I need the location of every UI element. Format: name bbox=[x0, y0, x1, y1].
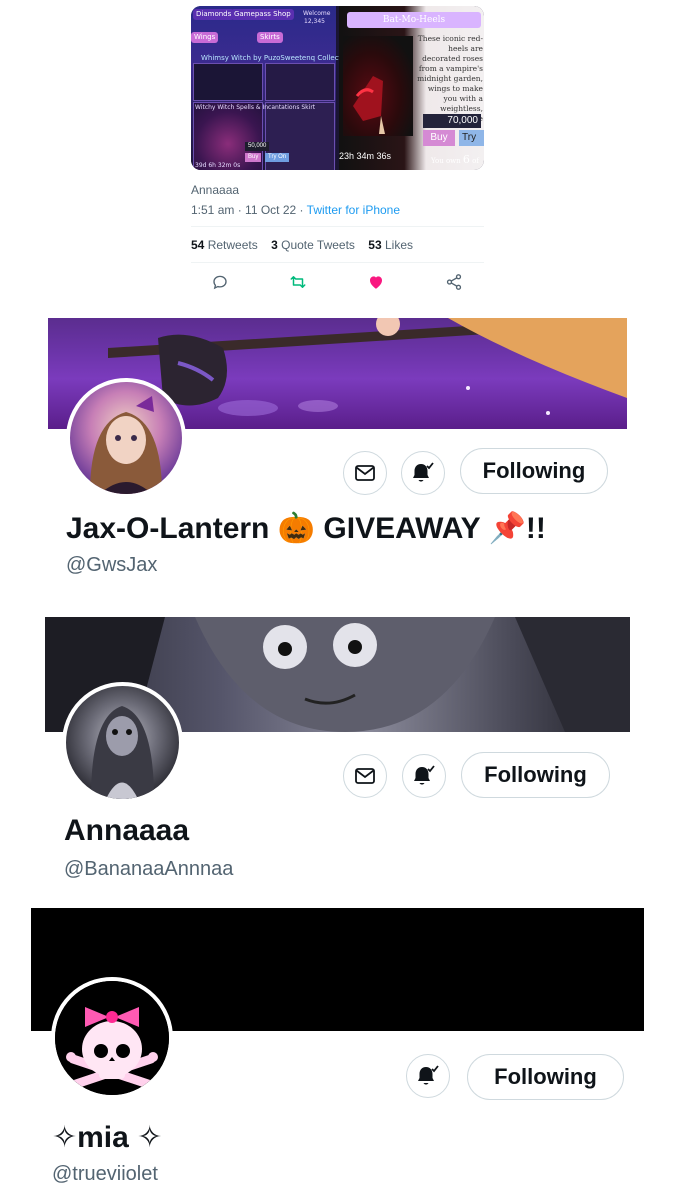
item-title: Bat-Mo-Heels bbox=[347, 12, 481, 28]
profile-handle[interactable]: @BananaaAnnnaa bbox=[64, 858, 233, 881]
shop-text: 12,345 bbox=[304, 18, 325, 25]
quote-tweets-stat[interactable]: 3 Quote Tweets bbox=[271, 238, 355, 252]
item-timer: 23h 34m 36s bbox=[339, 151, 392, 161]
following-button[interactable]: Following bbox=[460, 448, 608, 494]
item-card bbox=[193, 63, 263, 101]
media-image-heels[interactable]: Bat-Mo-Heels These iconic red-heels are … bbox=[339, 6, 484, 170]
profile-handle[interactable]: @trueviiolet bbox=[52, 1163, 158, 1186]
notifications-button[interactable] bbox=[402, 754, 446, 798]
collection-title: Whimsy Witch by PuzoSweetenq Collection bbox=[201, 54, 352, 62]
profile-display-name: Jax-O-Lantern 🎃 GIVEAWAY 📌!! bbox=[66, 512, 546, 545]
bell-check-icon bbox=[418, 1065, 439, 1085]
shop-text: Welcome bbox=[303, 10, 331, 17]
item-price: 70,000 bbox=[423, 114, 481, 128]
tweet-time[interactable]: 1:51 am bbox=[191, 203, 234, 217]
item-try: Try On bbox=[265, 153, 290, 162]
tweet-media[interactable]: Diamonds Gamepass Shop Welcome 12,345 Wi… bbox=[191, 6, 484, 170]
try-button: Try bbox=[459, 130, 484, 146]
bell-check-icon bbox=[414, 765, 435, 785]
tweet-meta: 1:51 am · 11 Oct 22 · Twitter for iPhone bbox=[191, 203, 401, 217]
profile-display-name: Annaaaa bbox=[64, 814, 190, 847]
item-timer: 39d 6h 32m 0s bbox=[195, 162, 241, 169]
following-button[interactable]: Following bbox=[467, 1054, 624, 1100]
bell-check-icon bbox=[413, 462, 434, 482]
owned-count: You own 6 of bbox=[431, 153, 479, 166]
profile-avatar[interactable] bbox=[51, 977, 173, 1099]
like-icon[interactable] bbox=[365, 270, 387, 294]
shop-chip: Skirts bbox=[257, 32, 283, 43]
mail-icon bbox=[355, 768, 375, 784]
item-card bbox=[265, 63, 335, 101]
message-button[interactable] bbox=[343, 451, 387, 495]
profile-handle[interactable]: @GwsJax bbox=[66, 554, 157, 577]
tweet-author[interactable]: Annaaaa bbox=[191, 183, 239, 197]
likes-stat[interactable]: 53 Likes bbox=[368, 238, 413, 252]
share-icon[interactable] bbox=[443, 270, 465, 294]
tweet-actions bbox=[191, 270, 484, 294]
divider bbox=[191, 262, 484, 263]
item-price: 50,000 bbox=[245, 142, 270, 151]
media-image-shop[interactable]: Diamonds Gamepass Shop Welcome 12,345 Wi… bbox=[191, 6, 352, 170]
item-description: These iconic red-heels are decorated ros… bbox=[417, 34, 483, 123]
mail-icon bbox=[355, 465, 375, 481]
shop-chip: Diamonds bbox=[193, 9, 235, 20]
buy-button: Buy bbox=[423, 130, 455, 146]
retweet-icon[interactable] bbox=[287, 270, 309, 294]
profile-avatar[interactable] bbox=[66, 378, 186, 498]
item-buy: Buy bbox=[245, 153, 262, 162]
profile-avatar[interactable] bbox=[62, 682, 183, 803]
heels-picture bbox=[343, 36, 413, 136]
item-name: Witchy Witch Spells & Incantations Skirt bbox=[195, 104, 316, 111]
reply-icon[interactable] bbox=[209, 270, 231, 294]
message-button[interactable] bbox=[343, 754, 387, 798]
shop-chip: Gamepass Shop bbox=[231, 9, 294, 20]
shop-chip: Wings bbox=[191, 32, 219, 43]
retweets-stat[interactable]: 54 Retweets bbox=[191, 238, 258, 252]
divider bbox=[191, 226, 484, 227]
notifications-button[interactable] bbox=[406, 1054, 450, 1098]
tweet-source[interactable]: Twitter for iPhone bbox=[307, 203, 400, 217]
tweet-date[interactable]: 11 Oct 22 bbox=[245, 203, 296, 217]
profile-display-name: ✧mia ✧ bbox=[52, 1121, 163, 1154]
notifications-button[interactable] bbox=[401, 451, 445, 495]
following-button[interactable]: Following bbox=[461, 752, 610, 798]
tweet-stats: 54 Retweets 3 Quote Tweets 53 Likes bbox=[191, 238, 423, 252]
